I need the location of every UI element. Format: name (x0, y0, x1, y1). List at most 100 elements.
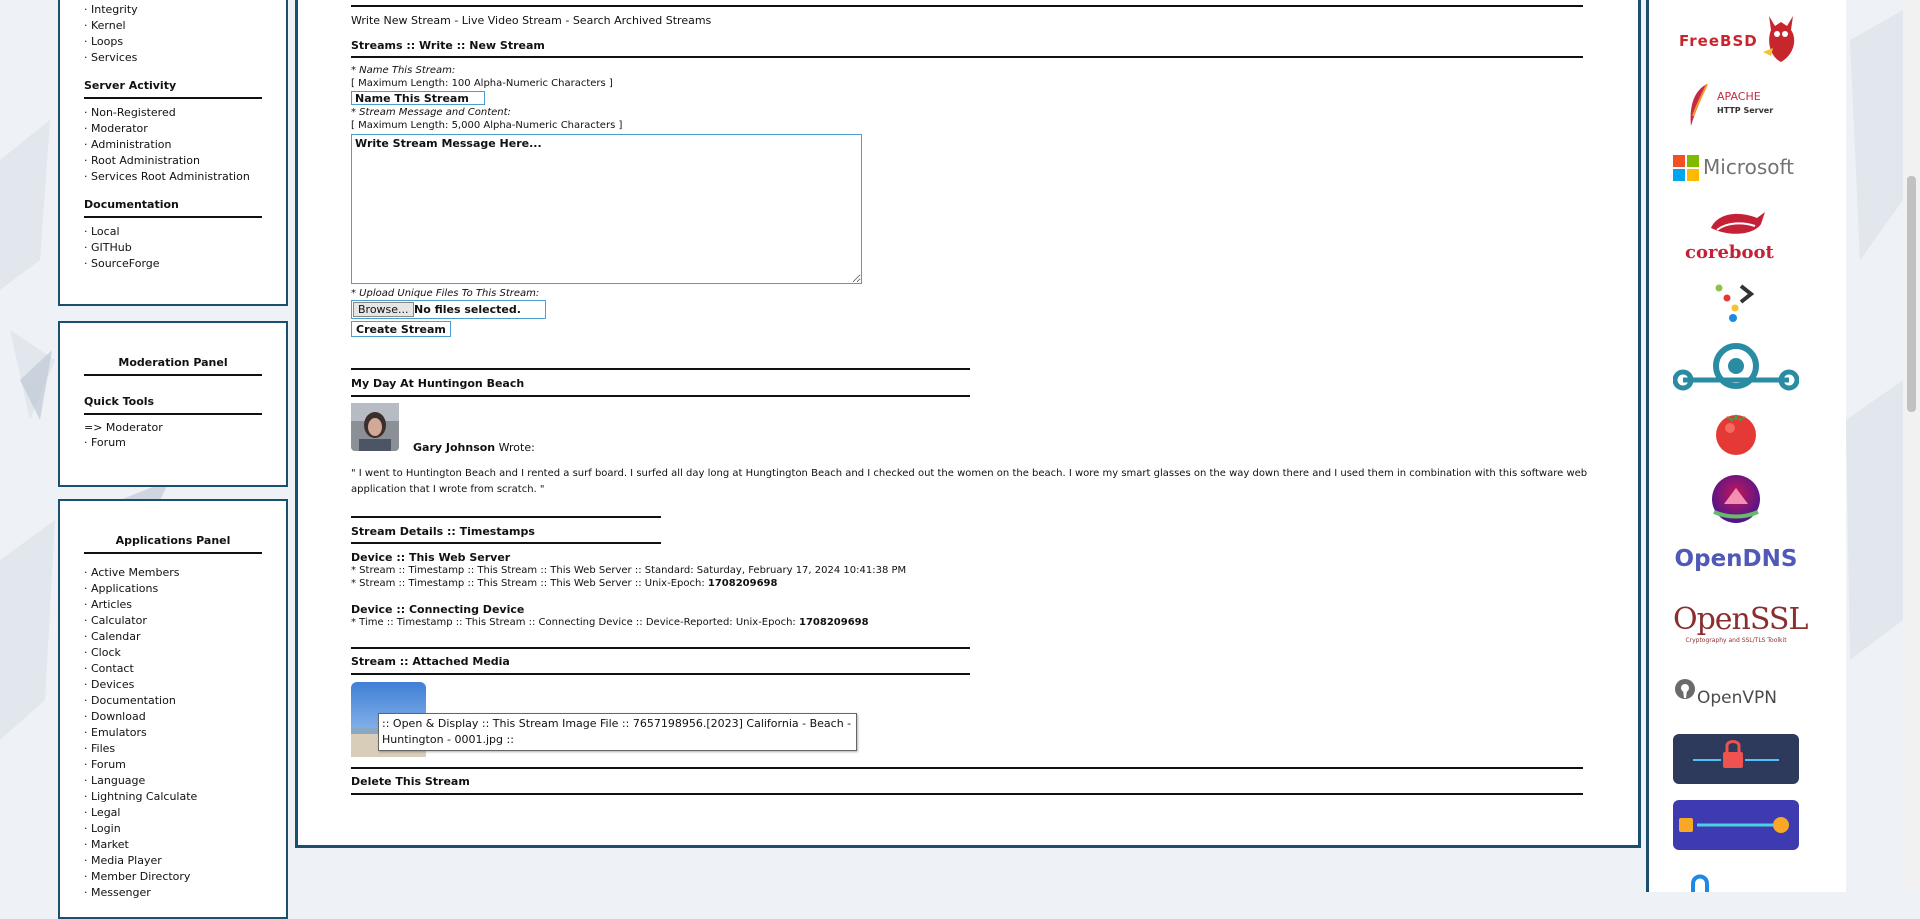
sidebar-app-item[interactable]: Download (84, 710, 146, 723)
sidebar-app-item[interactable]: Clock (84, 646, 121, 659)
sidebar-item-github[interactable]: GITHub (84, 241, 132, 254)
server-unix-label: * Stream :: Timestamp :: This Stream :: … (351, 578, 705, 589)
post-author[interactable]: Gary Johnson (413, 441, 495, 454)
apache-title: APACHE (1717, 90, 1761, 103)
sidebar-item-root-administration[interactable]: Root Administration (84, 154, 200, 167)
sidebar-app-item[interactable]: Files (84, 742, 115, 755)
openssl-wordmark: OpenSSL (1673, 602, 1808, 637)
sidebar-app-item[interactable]: Applications (84, 582, 158, 595)
media-tooltip: :: Open & Display :: This Stream Image F… (378, 713, 857, 751)
microsoft-logo[interactable]: Microsoft (1673, 153, 1799, 183)
divider (351, 516, 661, 518)
opendns-logo[interactable]: OpenDNS (1673, 546, 1799, 576)
ring-node-logo[interactable] (1673, 340, 1799, 392)
divider (351, 767, 1583, 769)
moderator-link[interactable]: => Moderator (84, 421, 163, 434)
sidebar-item-integrity[interactable]: Integrity (84, 3, 138, 16)
sidebar-app-item[interactable]: Login (84, 822, 121, 835)
divider (351, 673, 970, 675)
upload-field-label: * Upload Unique Files To This Stream: (351, 288, 540, 299)
breadcrumb: Streams :: Write :: New Stream (351, 39, 545, 52)
server-standard-timestamp: * Stream :: Timestamp :: This Stream :: … (351, 565, 907, 576)
divider (351, 395, 970, 397)
create-stream-button[interactable]: Create Stream (351, 321, 451, 337)
coreboot-hare-icon (1711, 212, 1765, 234)
divider (351, 56, 1583, 58)
opendns-wordmark: OpenDNS (1674, 546, 1798, 572)
post-author-line: Gary Johnson Wrote: (413, 441, 535, 454)
sidebar-item-non-registered[interactable]: Non-Registered (84, 106, 176, 119)
post-body-line1: " I went to Huntington Beach and I rente… (351, 468, 1588, 479)
sidebar-app-item[interactable]: Messenger (84, 886, 151, 899)
sidebar-app-item[interactable]: Language (84, 774, 145, 787)
moderation-panel-title: Moderation Panel (118, 356, 228, 369)
device-connecting-title: Device :: Connecting Device (351, 603, 525, 616)
sidebar-app-item[interactable]: Documentation (84, 694, 176, 707)
sidebar-app-item[interactable]: Articles (84, 598, 132, 611)
sidebar-app-item[interactable]: Contact (84, 662, 134, 675)
sidebar-item-sourceforge[interactable]: SourceForge (84, 257, 160, 270)
security-lock-banner[interactable] (1673, 734, 1799, 784)
stream-nav-links[interactable]: Write New Stream - Live Video Stream - S… (351, 14, 711, 27)
sidebar-app-item[interactable]: Calculator (84, 614, 147, 627)
sidebar-item-services-root-administration[interactable]: Services Root Administration (84, 170, 250, 183)
connecting-unix-label: * Time :: Timestamp :: This Stream :: Co… (351, 617, 796, 628)
browse-button[interactable]: Browse... (353, 302, 414, 317)
sidebar-app-item[interactable]: Emulators (84, 726, 147, 739)
prompt-chevron-logo[interactable] (1673, 278, 1799, 322)
moderation-panel: Moderation Panel Quick Tools => Moderato… (58, 321, 288, 487)
page-scrollbar[interactable] (1903, 0, 1920, 892)
message-field-limit: [ Maximum Length: 5,000 Alpha-Numeric Ch… (351, 120, 623, 131)
sidebar-item-loops[interactable]: Loops (84, 35, 123, 48)
sidebar-app-item[interactable]: Lightning Calculate (84, 790, 197, 803)
sidebar-app-item[interactable]: Forum (84, 758, 126, 771)
main-content: Write New Stream - Live Video Stream - S… (295, 0, 1641, 848)
sponsor-logos-column: FreeBSD APACHE HTTP Server Microsoft cor… (1646, 0, 1846, 892)
divider (84, 552, 262, 554)
openvpn-logo[interactable]: OpenVPN (1673, 678, 1799, 712)
sidebar-app-item[interactable]: Member Directory (84, 870, 190, 883)
partial-logo[interactable] (1673, 870, 1799, 892)
microsoft-wordmark: Microsoft (1703, 155, 1795, 179)
sidebar-app-item[interactable]: Market (84, 838, 129, 851)
sidebar-item-services[interactable]: Services (84, 51, 137, 64)
sidebar-item-administration[interactable]: Administration (84, 138, 172, 151)
coreboot-logo[interactable]: coreboot (1673, 208, 1799, 264)
openssl-logo[interactable]: OpenSSL Cryptography and SSL/TLS Toolkit (1673, 602, 1808, 648)
documentation-title: Documentation (84, 198, 179, 211)
sidebar-app-item[interactable]: Devices (84, 678, 134, 691)
coreboot-wordmark: coreboot (1685, 242, 1774, 263)
apache-logo[interactable]: APACHE HTTP Server (1673, 82, 1799, 128)
delete-stream-link[interactable]: Delete This Stream (351, 775, 470, 788)
sidebar-app-item[interactable]: Media Player (84, 854, 162, 867)
encryption-key-banner[interactable] (1673, 800, 1799, 850)
openvpn-wordmark: OpenVPN (1697, 688, 1778, 708)
sidebar-app-item[interactable]: Active Members (84, 566, 180, 579)
divider (84, 413, 262, 415)
divider (351, 793, 1583, 795)
divider (351, 647, 970, 649)
stream-message-textarea[interactable]: Write Stream Message Here... (351, 134, 862, 284)
attached-media-title: Stream :: Attached Media (351, 655, 510, 668)
name-field-label: * Name This Stream: (351, 65, 456, 76)
microsoft-windows-icon (1673, 155, 1699, 181)
sidebar-app-item[interactable]: Legal (84, 806, 120, 819)
sidebar-app-item[interactable]: Calendar (84, 630, 140, 643)
forum-link[interactable]: Forum (84, 436, 126, 449)
sidebar-item-local[interactable]: Local (84, 225, 120, 238)
lotus-sphere-logo[interactable] (1673, 474, 1799, 524)
server-unix-value: 1708209698 (707, 578, 778, 589)
divider (351, 368, 970, 370)
applications-panel-title: Applications Panel (115, 534, 231, 547)
stream-details-title: Stream Details :: Timestamps (351, 525, 535, 538)
file-upload-field[interactable]: Browse... No files selected. (351, 300, 546, 319)
server-unix-timestamp: * Stream :: Timestamp :: This Stream :: … (351, 578, 777, 589)
author-avatar (351, 403, 399, 451)
freebsd-logo[interactable]: FreeBSD (1673, 12, 1799, 64)
scrollbar-thumb[interactable] (1907, 176, 1916, 412)
server-activity-title: Server Activity (84, 79, 177, 92)
tomato-logo[interactable] (1673, 408, 1799, 456)
stream-name-input[interactable] (351, 91, 485, 105)
sidebar-item-moderator[interactable]: Moderator (84, 122, 148, 135)
sidebar-item-kernel[interactable]: Kernel (84, 19, 126, 32)
